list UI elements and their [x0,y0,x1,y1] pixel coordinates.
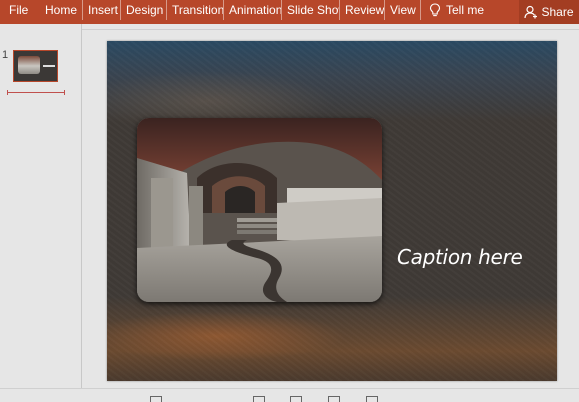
slideshow-view-icon[interactable] [366,396,378,402]
notes-icon[interactable] [150,396,162,402]
tab-review[interactable]: Review [340,0,385,20]
insertion-marker [7,90,65,95]
ruler-line [82,29,579,30]
tunnel-photo-image [137,118,382,302]
normal-view-icon[interactable] [253,396,265,402]
share-button[interactable]: Share [519,0,579,24]
tab-design[interactable]: Design [121,0,167,20]
tell-me-label: Tell me [446,3,485,17]
share-label: Share [541,5,574,19]
tab-transitions[interactable]: Transitions [167,0,224,20]
tab-slide-show[interactable]: Slide Show [282,0,340,20]
thumbnail-caption [43,65,55,67]
lightbulb-icon [429,3,441,17]
tab-insert[interactable]: Insert [83,0,121,20]
slide-thumbnail-pane: 1 [0,24,82,388]
slide-number: 1 [2,49,9,61]
tab-animations[interactable]: Animations [224,0,282,20]
ribbon-tab-bar: File Home Insert Design Transitions Anim… [0,0,579,24]
slide-thumbnail[interactable] [13,50,58,82]
share-person-icon [524,5,538,19]
slide-caption-text[interactable]: Caption here [397,245,547,271]
tab-file[interactable]: File [0,0,40,20]
slide-sorter-icon[interactable] [290,396,302,402]
slide-picture[interactable] [137,118,382,302]
tell-me-search[interactable]: Tell me [421,0,493,20]
reading-view-icon[interactable] [328,396,340,402]
status-bar [0,388,579,402]
tab-home[interactable]: Home [40,0,83,20]
tab-view[interactable]: View [385,0,421,20]
thumbnail-photo [18,56,40,74]
